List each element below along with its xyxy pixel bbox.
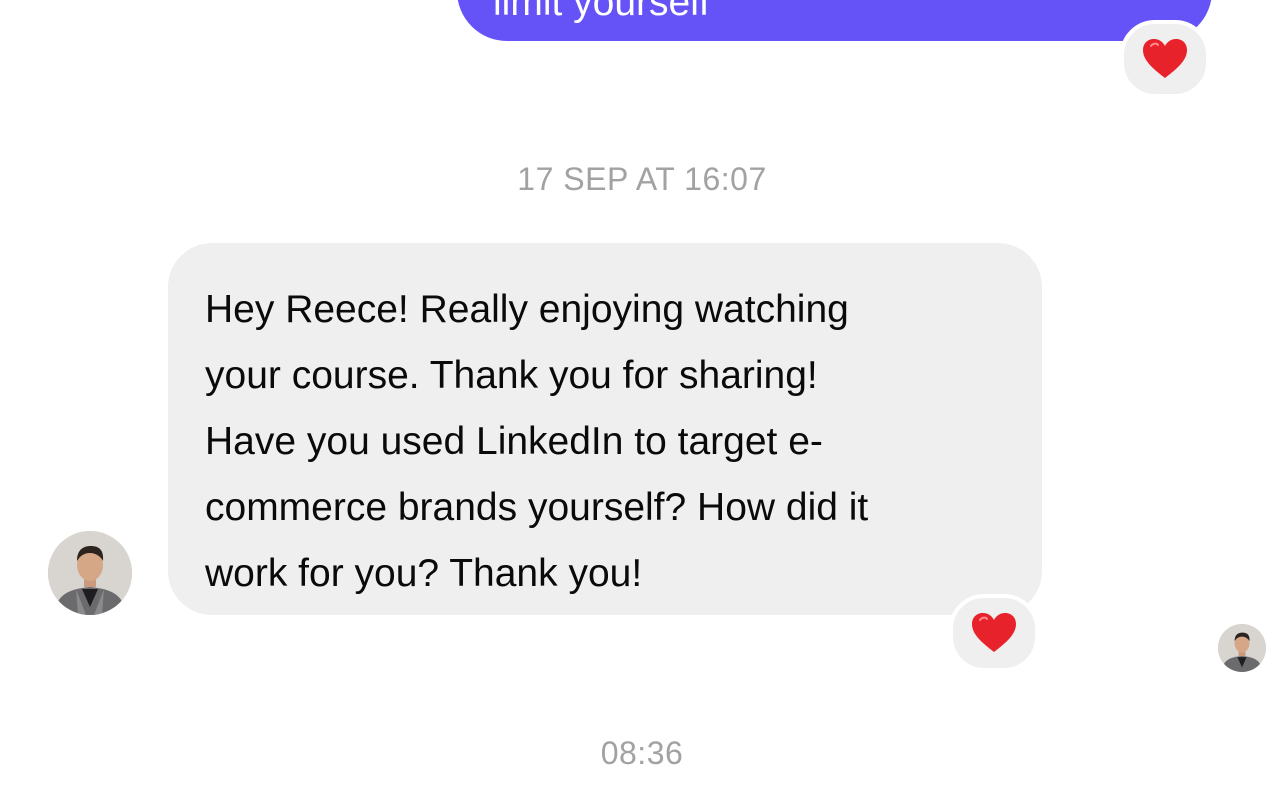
incoming-message-text: Hey Reece! Really enjoying watching your… xyxy=(205,288,869,595)
time-timestamp: 08:36 xyxy=(600,735,684,771)
avatar-photo xyxy=(48,531,132,615)
avatar-photo xyxy=(1218,624,1266,672)
outgoing-message-reaction[interactable] xyxy=(1120,20,1210,98)
outgoing-message-text: limit yourself xyxy=(493,0,710,24)
red-heart-icon xyxy=(972,613,1016,652)
red-heart-icon xyxy=(1143,39,1187,78)
incoming-message-bubble[interactable]: Hey Reece! Really enjoying watching your… xyxy=(168,243,1042,615)
sender-avatar[interactable] xyxy=(48,531,132,615)
read-receipt-avatar xyxy=(1218,624,1266,672)
date-timestamp: 17 SEP AT 16:07 xyxy=(517,161,767,197)
outgoing-message-bubble[interactable]: limit yourself xyxy=(457,0,1212,41)
chat-thread: limit yourself 17 SEP AT 16:07 Hey Reece… xyxy=(0,0,1284,812)
incoming-message-reaction[interactable] xyxy=(949,594,1039,672)
